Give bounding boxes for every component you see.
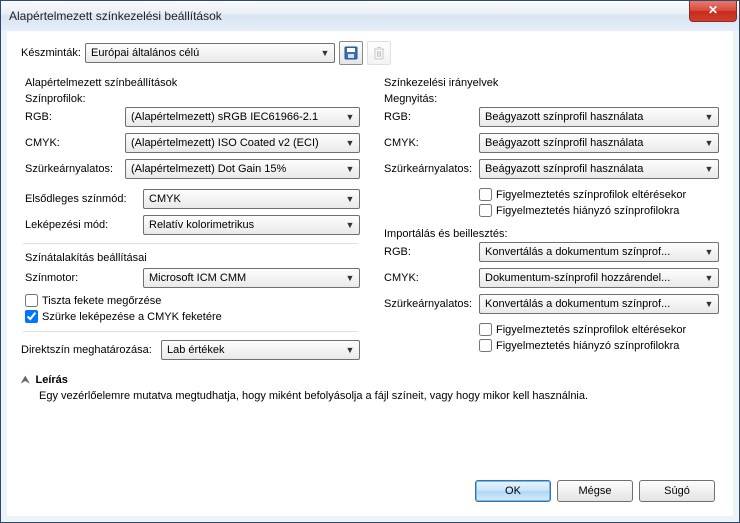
color-management-policies-title: Színkezelési irányelvek: [384, 77, 719, 89]
open-warn-missing-profile-checkbox[interactable]: [479, 204, 492, 217]
description-title: Leírás: [36, 374, 68, 386]
primary-color-mode-value: CMYK: [149, 193, 343, 205]
open-rgb-label: RGB:: [384, 111, 479, 123]
default-color-settings-title: Alapértelmezett színbeállítások: [25, 77, 360, 89]
import-cmyk-label: CMYK:: [384, 272, 479, 284]
presets-value: Európai általános célú: [91, 47, 318, 59]
import-grayscale-label: Szürkeárnyalatos:: [384, 298, 479, 310]
open-grayscale-value: Beágyazott színprofil használata: [485, 163, 702, 175]
open-cmyk-combo[interactable]: Beágyazott színprofil használata ▼: [479, 133, 719, 153]
chevron-down-icon: ▼: [702, 164, 716, 174]
import-cmyk-combo[interactable]: Dokumentum-színprofil hozzárendel... ▼: [479, 268, 719, 288]
spot-color-definition-value: Lab értékek: [167, 344, 343, 356]
import-rgb-label: RGB:: [384, 246, 479, 258]
chevron-down-icon: ▼: [343, 273, 357, 283]
color-engine-combo[interactable]: Microsoft ICM CMM ▼: [143, 268, 360, 288]
spot-color-definition-combo[interactable]: Lab értékek ▼: [161, 340, 360, 360]
open-label: Megnyitás:: [384, 93, 719, 105]
open-grayscale-combo[interactable]: Beágyazott színprofil használata ▼: [479, 159, 719, 179]
rgb-label: RGB:: [25, 111, 125, 123]
chevron-down-icon: ▼: [343, 138, 357, 148]
preserve-pure-black-label: Tiszta fekete megőrzése: [42, 295, 161, 307]
grayscale-label: Szürkeárnyalatos:: [25, 163, 125, 175]
primary-color-mode-combo[interactable]: CMYK ▼: [143, 189, 360, 209]
preserve-pure-black-checkbox[interactable]: [25, 294, 38, 307]
rgb-profile-combo[interactable]: (Alapértelmezett) sRGB IEC61966-2.1 ▼: [125, 107, 360, 127]
open-warn-missing-profile-label: Figyelmeztetés hiányzó színprofilokra: [496, 205, 679, 217]
import-cmyk-value: Dokumentum-színprofil hozzárendel...: [485, 272, 702, 284]
import-grayscale-combo[interactable]: Konvertálás a dokumentum színprof... ▼: [479, 294, 719, 314]
rendering-intent-label: Leképezési mód:: [25, 219, 143, 231]
window-title: Alapértelmezett színkezelési beállítások: [9, 9, 222, 23]
trash-icon: [373, 46, 385, 60]
import-warn-missing-profile-checkbox[interactable]: [479, 339, 492, 352]
chevron-down-icon: ▼: [343, 220, 357, 230]
close-button[interactable]: ✕: [689, 1, 737, 22]
import-paste-label: Importálás és beillesztés:: [384, 228, 719, 240]
description-section: ⮝ Leírás Egy vezérlőelemre mutatva megtu…: [21, 374, 719, 402]
chevron-down-icon: ▼: [343, 112, 357, 122]
close-icon: ✕: [708, 3, 718, 17]
titlebar: Alapértelmezett színkezelési beállítások…: [1, 1, 739, 32]
import-warn-profile-mismatch-label: Figyelmeztetés színprofilok eltérésekor: [496, 324, 686, 336]
import-warn-missing-profile-label: Figyelmeztetés hiányzó színprofilokra: [496, 340, 679, 352]
map-gray-to-cmyk-black-checkbox[interactable]: [25, 310, 38, 323]
open-cmyk-label: CMYK:: [384, 137, 479, 149]
import-grayscale-value: Konvertálás a dokumentum színprof...: [485, 298, 702, 310]
open-cmyk-value: Beágyazott színprofil használata: [485, 137, 702, 149]
delete-preset-button: [367, 41, 391, 65]
chevron-down-icon: ▼: [343, 345, 357, 355]
open-rgb-value: Beágyazott színprofil használata: [485, 111, 702, 123]
chevron-down-icon: ▼: [702, 299, 716, 309]
spot-color-definition-label: Direktszín meghatározása:: [21, 344, 161, 356]
color-engine-label: Színmotor:: [25, 272, 143, 284]
import-rgb-value: Konvertálás a dokumentum színprof...: [485, 246, 702, 258]
ok-button[interactable]: OK: [475, 480, 551, 502]
chevron-down-icon: ▼: [702, 247, 716, 257]
collapse-icon[interactable]: ⮝: [21, 375, 30, 386]
description-text: Egy vezérlőelemre mutatva megtudhatja, h…: [39, 390, 719, 402]
chevron-down-icon: ▼: [318, 48, 332, 58]
chevron-down-icon: ▼: [343, 194, 357, 204]
cancel-button[interactable]: Mégse: [557, 480, 633, 502]
color-engine-value: Microsoft ICM CMM: [149, 272, 343, 284]
cmyk-profile-combo[interactable]: (Alapértelmezett) ISO Coated v2 (ECI) ▼: [125, 133, 360, 153]
chevron-down-icon: ▼: [343, 164, 357, 174]
presets-label: Készminták:: [21, 47, 85, 59]
grayscale-profile-combo[interactable]: (Alapértelmezett) Dot Gain 15% ▼: [125, 159, 360, 179]
open-grayscale-label: Szürkeárnyalatos:: [384, 163, 479, 175]
chevron-down-icon: ▼: [702, 273, 716, 283]
open-warn-profile-mismatch-checkbox[interactable]: [479, 188, 492, 201]
cmyk-profile-value: (Alapértelmezett) ISO Coated v2 (ECI): [131, 137, 343, 149]
open-warn-profile-mismatch-label: Figyelmeztetés színprofilok eltérésekor: [496, 189, 686, 201]
chevron-down-icon: ▼: [702, 112, 716, 122]
color-profiles-label: Színprofilok:: [25, 93, 360, 105]
import-warn-profile-mismatch-checkbox[interactable]: [479, 323, 492, 336]
import-rgb-combo[interactable]: Konvertálás a dokumentum színprof... ▼: [479, 242, 719, 262]
map-gray-to-cmyk-black-label: Szürke leképezése a CMYK feketére: [42, 311, 222, 323]
color-conversion-title: Színátalakítás beállításai: [25, 252, 360, 264]
rgb-profile-value: (Alapértelmezett) sRGB IEC61966-2.1: [131, 111, 343, 123]
rendering-intent-combo[interactable]: Relatív kolorimetrikus ▼: [143, 215, 360, 235]
presets-combo[interactable]: Európai általános célú ▼: [85, 43, 335, 63]
rendering-intent-value: Relatív kolorimetrikus: [149, 219, 343, 231]
chevron-down-icon: ▼: [702, 138, 716, 148]
save-preset-button[interactable]: [339, 41, 363, 65]
primary-color-mode-label: Elsődleges színmód:: [25, 193, 143, 205]
help-button[interactable]: Súgó: [639, 480, 715, 502]
cmyk-label: CMYK:: [25, 137, 125, 149]
floppy-icon: [344, 46, 358, 60]
open-rgb-combo[interactable]: Beágyazott színprofil használata ▼: [479, 107, 719, 127]
grayscale-profile-value: (Alapértelmezett) Dot Gain 15%: [131, 163, 343, 175]
